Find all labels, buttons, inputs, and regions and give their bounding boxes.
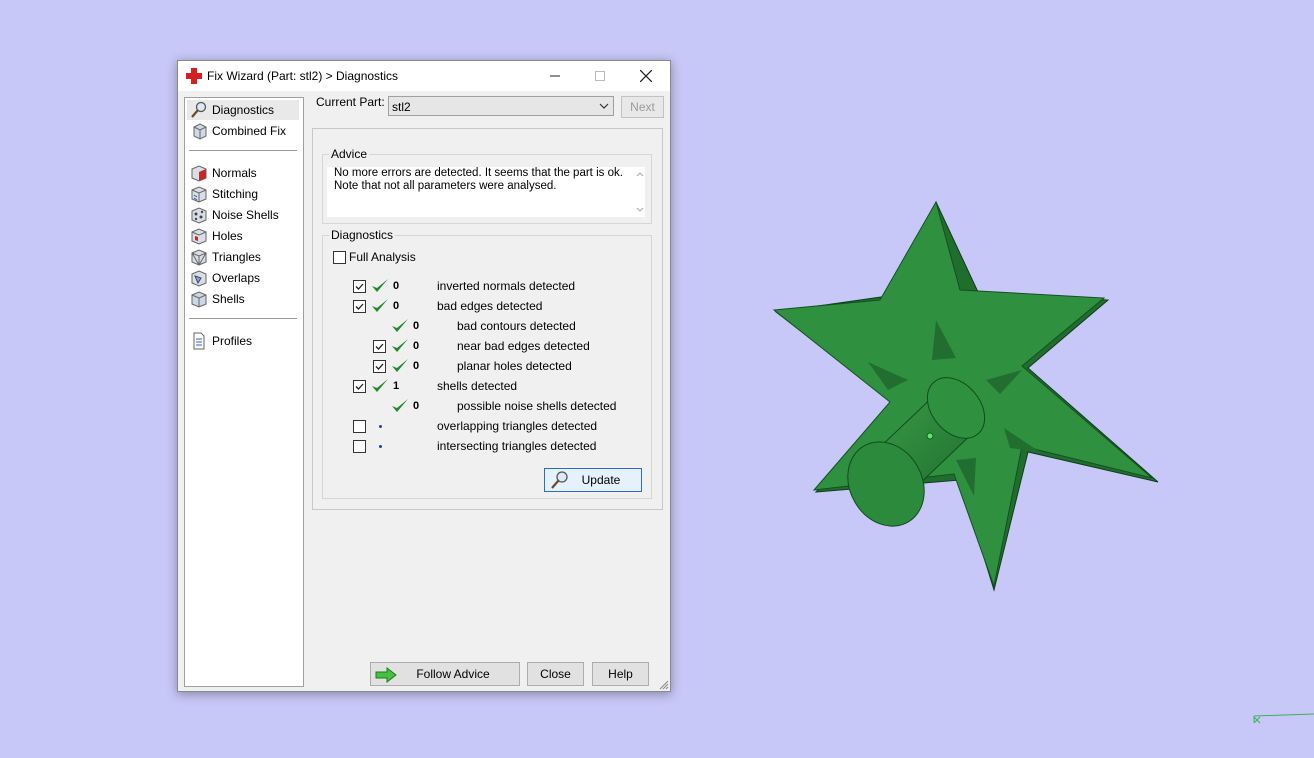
near-bad-edges-label: near bad edges detected (457, 339, 590, 353)
current-part-select[interactable]: stl2 (388, 96, 614, 116)
intersecting-triangles-checkbox[interactable] (353, 440, 366, 453)
shells-icon (191, 291, 207, 308)
stitching-icon (191, 186, 207, 203)
nav-item-diagnostics[interactable]: Diagnostics (187, 100, 299, 120)
combined-fix-icon (193, 123, 207, 140)
full-analysis-checkbox[interactable] (333, 251, 346, 264)
nav-item-overlaps[interactable]: Overlaps (187, 268, 299, 288)
current-part-value: stl2 (392, 100, 411, 114)
next-button[interactable]: Next (621, 96, 664, 118)
current-part-label: Current Part: (316, 95, 385, 109)
ok-check-icon (372, 299, 388, 312)
pending-dot-icon (379, 445, 382, 448)
diagnostics-panel: Advice No more errors are detected. It s… (312, 128, 663, 510)
update-button[interactable]: Update (544, 468, 642, 492)
ok-check-icon (392, 399, 408, 412)
profiles-icon (193, 332, 205, 350)
checkmark-icon (355, 283, 364, 290)
nav-separator (189, 150, 297, 151)
noise-shells-count: 0 (413, 400, 420, 412)
maximize-button[interactable] (577, 61, 623, 91)
nav-separator (189, 318, 297, 319)
help-button[interactable]: Help (592, 662, 649, 686)
pending-dot-icon (379, 425, 382, 428)
bad-contours-label: bad contours detected (457, 319, 576, 333)
green-arrow-icon (375, 667, 397, 683)
bad-edges-label: bad edges detected (437, 299, 543, 313)
diagnostics-group: Diagnostics Full Analysis 0 inverted nor… (322, 228, 652, 499)
close-window-button[interactable] (623, 61, 669, 91)
axis-indicator-icon (1253, 713, 1314, 724)
nav-item-combined-fix[interactable]: Combined Fix (187, 121, 299, 141)
inverted-normals-count: 0 (393, 280, 400, 292)
noise-shells-icon (191, 207, 207, 224)
checkmark-icon (375, 343, 384, 350)
advice-title: Advice (329, 147, 370, 161)
nav-item-holes[interactable]: Holes (187, 226, 299, 246)
advice-group: Advice No more errors are detected. It s… (322, 147, 652, 224)
shells-checkbox[interactable] (353, 380, 366, 393)
red-cross-icon (186, 68, 202, 84)
shells-label: shells detected (437, 379, 518, 393)
planar-holes-label: planar holes detected (457, 359, 572, 373)
planar-holes-checkbox[interactable] (373, 360, 386, 373)
noise-shells-label: possible noise shells detected (457, 399, 617, 413)
shells-count: 1 (393, 380, 400, 392)
3d-part-model[interactable] (760, 190, 1180, 610)
checkmark-icon (355, 383, 364, 390)
nav-item-profiles[interactable]: Profiles (187, 331, 299, 351)
holes-icon (191, 228, 207, 245)
near-bad-edges-checkbox[interactable] (373, 340, 386, 353)
ok-check-icon (392, 339, 408, 352)
magnifier-icon (551, 471, 568, 489)
bad-edges-count: 0 (393, 300, 400, 312)
title-bar[interactable]: Fix Wizard (Part: stl2) > Diagnostics (178, 61, 670, 91)
overlapping-triangles-checkbox[interactable] (353, 420, 366, 433)
checkmark-icon (375, 363, 384, 370)
ok-check-icon (392, 319, 408, 332)
planar-holes-count: 0 (413, 360, 420, 372)
resize-grip-icon[interactable] (659, 680, 669, 690)
minimize-icon (550, 75, 560, 77)
triangles-icon (191, 249, 207, 266)
full-analysis-label: Full Analysis (349, 250, 416, 264)
update-label: Update (581, 473, 621, 487)
wizard-navigation: Diagnostics Combined Fix Normals Stitchi… (184, 97, 304, 687)
nav-item-shells[interactable]: Shells (187, 289, 299, 309)
close-icon (640, 70, 652, 82)
maximize-icon (595, 71, 605, 81)
normals-icon (191, 165, 207, 182)
fix-wizard-dialog: Fix Wizard (Part: stl2) > Diagnostics Di… (177, 60, 671, 692)
diagnostics-title: Diagnostics (329, 228, 396, 242)
minimize-button[interactable] (532, 61, 578, 91)
advice-text: No more errors are detected. It seems th… (327, 167, 645, 217)
nav-item-triangles[interactable]: Triangles (187, 247, 299, 267)
follow-advice-button[interactable]: Follow Advice (370, 662, 520, 686)
bad-contours-count: 0 (413, 320, 420, 332)
nav-item-normals[interactable]: Normals (187, 163, 299, 183)
ok-check-icon (372, 279, 388, 292)
magnifier-icon (191, 101, 207, 118)
nav-item-noise-shells[interactable]: Noise Shells (187, 205, 299, 225)
window-title: Fix Wizard (Part: stl2) > Diagnostics (207, 69, 399, 83)
overlaps-icon (191, 270, 207, 287)
ok-check-icon (372, 379, 388, 392)
checkmark-icon (355, 303, 364, 310)
near-bad-edges-count: 0 (413, 340, 420, 352)
follow-advice-label: Follow Advice (416, 667, 490, 681)
overlapping-triangles-label: overlapping triangles detected (437, 419, 598, 433)
nav-item-stitching[interactable]: Stitching (187, 184, 299, 204)
ok-check-icon (392, 359, 408, 372)
advice-scrollbar[interactable] (635, 169, 645, 215)
intersecting-triangles-label: intersecting triangles detected (437, 439, 597, 453)
close-button[interactable]: Close (527, 662, 584, 686)
inverted-normals-checkbox[interactable] (353, 280, 366, 293)
chevron-down-icon (599, 103, 609, 109)
bad-edges-checkbox[interactable] (353, 300, 366, 313)
inverted-normals-label: inverted normals detected (437, 279, 576, 293)
